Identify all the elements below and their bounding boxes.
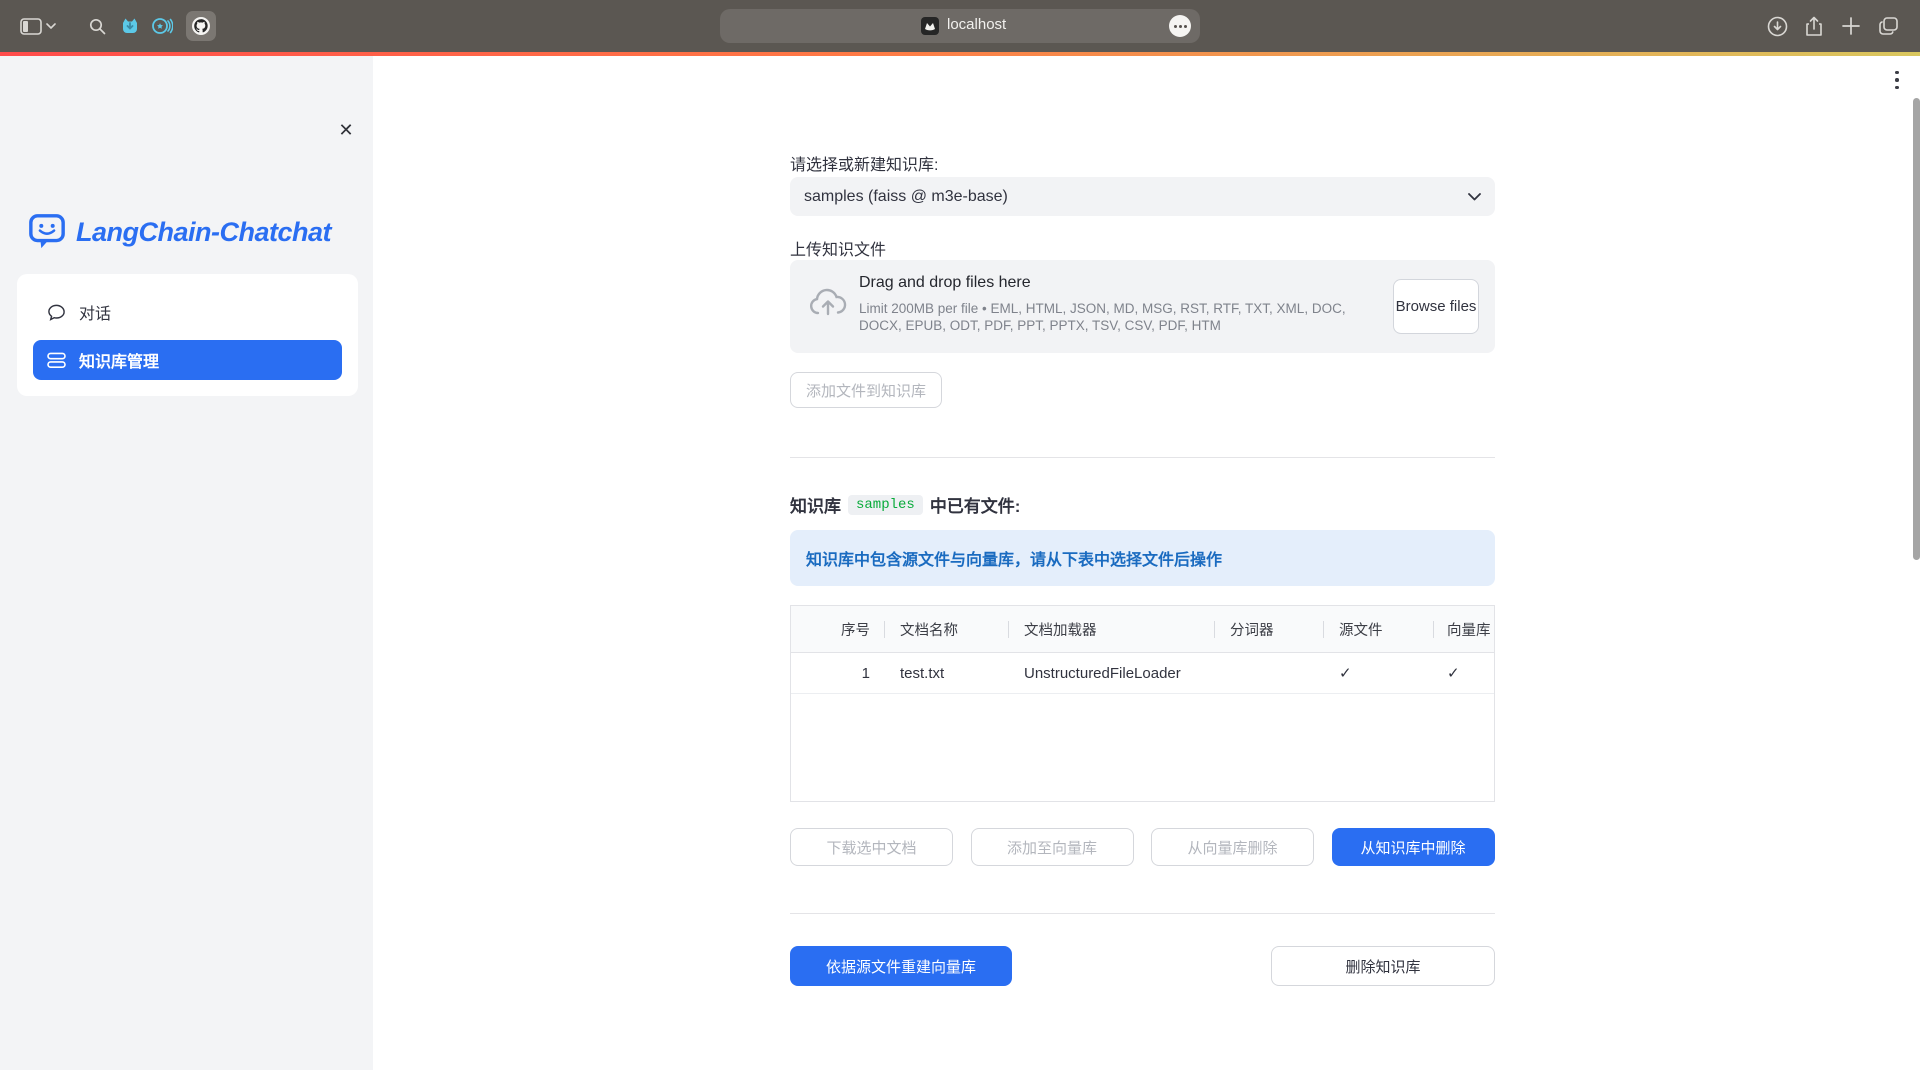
stacked-list-icon bbox=[47, 352, 66, 369]
info-alert: 知识库中包含源文件与向量库，请从下表中选择文件后操作 bbox=[790, 530, 1495, 586]
tabs-overview-icon[interactable] bbox=[1874, 0, 1902, 52]
info-alert-text: 知识库中包含源文件与向量库，请从下表中选择文件后操作 bbox=[806, 546, 1222, 570]
remove-from-kb-button[interactable]: 从知识库中删除 bbox=[1332, 828, 1495, 866]
col-header-loader: 文档加载器 bbox=[1008, 606, 1214, 652]
col-header-vector: 向量库 bbox=[1433, 606, 1494, 652]
cell-source-check[interactable]: ✓ bbox=[1323, 653, 1433, 693]
cell-loader[interactable]: UnstructuredFileLoader bbox=[1008, 653, 1214, 693]
table-row[interactable]: 1 test.txt UnstructuredFileLoader ✓ ✓ bbox=[791, 653, 1494, 694]
dropzone-limit-text: Limit 200MB per file • EML, HTML, JSON, … bbox=[859, 300, 1389, 334]
sidebar: ✕ LangChain-Chatchat 对话 知识库管理 bbox=[0, 56, 373, 1070]
dropzone-title: Drag and drop files here bbox=[859, 274, 1031, 292]
col-header-index: 序号 bbox=[791, 606, 884, 652]
kb-select[interactable]: samples (faiss @ m3e-base) bbox=[790, 177, 1495, 216]
sidebar-item-kb-management[interactable]: 知识库管理 bbox=[33, 340, 342, 380]
address-url: localhost bbox=[947, 16, 1006, 33]
search-icon[interactable] bbox=[86, 0, 108, 52]
record-extension-icon[interactable] bbox=[150, 0, 174, 52]
browse-files-button[interactable]: Browse files bbox=[1393, 279, 1479, 334]
logo-bubble-icon bbox=[28, 212, 66, 252]
kb-files-table: 序号 文档名称 文档加载器 分词器 源文件 向量库 1 test.txt Uns… bbox=[790, 605, 1495, 802]
delete-kb-button[interactable]: 删除知识库 bbox=[1271, 946, 1495, 986]
cell-splitter[interactable] bbox=[1214, 653, 1323, 693]
downloads-icon[interactable] bbox=[1764, 0, 1790, 52]
heading-prefix: 知识库 bbox=[790, 492, 841, 517]
divider bbox=[790, 913, 1495, 914]
divider bbox=[790, 457, 1495, 458]
github-extension-icon[interactable] bbox=[186, 0, 216, 52]
col-header-splitter: 分词器 bbox=[1214, 606, 1323, 652]
kb-select-label: 请选择或新建知识库: bbox=[790, 151, 938, 175]
main-menu-kebab-icon[interactable] bbox=[1888, 66, 1906, 94]
remove-from-vector-button[interactable]: 从向量库删除 bbox=[1151, 828, 1314, 866]
file-action-buttons: 下载选中文档 添加至向量库 从向量库删除 从知识库中删除 bbox=[790, 828, 1495, 866]
sidebar-item-label: 知识库管理 bbox=[79, 348, 159, 372]
address-more-icon[interactable] bbox=[1169, 15, 1191, 37]
app-logo: LangChain-Chatchat bbox=[28, 212, 331, 252]
sidebar-toggle-icon[interactable] bbox=[18, 0, 44, 52]
upload-label: 上传知识文件 bbox=[790, 236, 886, 260]
cloud-upload-icon bbox=[808, 287, 848, 317]
file-uploader-dropzone[interactable]: Drag and drop files here Limit 200MB per… bbox=[790, 260, 1495, 353]
add-files-to-kb-button[interactable]: 添加文件到知识库 bbox=[790, 372, 942, 408]
heading-suffix: 中已有文件: bbox=[930, 492, 1021, 517]
page-scrollbar[interactable] bbox=[1913, 98, 1920, 560]
cell-vector-check[interactable]: ✓ bbox=[1433, 653, 1494, 693]
add-to-vector-button[interactable]: 添加至向量库 bbox=[971, 828, 1134, 866]
sidebar-close-icon[interactable]: ✕ bbox=[334, 118, 358, 142]
kb-files-heading: 知识库 samples 中已有文件: bbox=[790, 492, 1020, 517]
col-header-name: 文档名称 bbox=[884, 606, 1008, 652]
sidebar-chevron-icon[interactable] bbox=[44, 0, 58, 52]
table-header-row: 序号 文档名称 文档加载器 分词器 源文件 向量库 bbox=[791, 606, 1494, 653]
browser-toolbar: localhost bbox=[0, 0, 1920, 52]
share-icon[interactable] bbox=[1801, 0, 1827, 52]
nav-menu: 对话 知识库管理 bbox=[17, 274, 358, 396]
cat-extension-icon[interactable] bbox=[118, 0, 142, 52]
chevron-down-icon bbox=[1468, 193, 1481, 201]
kb-name-code: samples bbox=[848, 495, 923, 515]
site-favicon bbox=[921, 17, 939, 35]
kb-select-value: samples (faiss @ m3e-base) bbox=[804, 188, 1008, 206]
chat-bubble-icon bbox=[47, 303, 66, 322]
sidebar-item-dialogue[interactable]: 对话 bbox=[33, 292, 342, 332]
rebuild-vector-store-button[interactable]: 依据源文件重建向量库 bbox=[790, 946, 1012, 986]
download-selected-button[interactable]: 下载选中文档 bbox=[790, 828, 953, 866]
sidebar-item-label: 对话 bbox=[79, 300, 111, 324]
logo-text: LangChain-Chatchat bbox=[76, 217, 331, 248]
cell-index[interactable]: 1 bbox=[791, 653, 884, 693]
address-bar[interactable]: localhost bbox=[720, 9, 1200, 43]
cell-name[interactable]: test.txt bbox=[884, 653, 1008, 693]
new-tab-icon[interactable] bbox=[1838, 0, 1864, 52]
col-header-source: 源文件 bbox=[1323, 606, 1433, 652]
